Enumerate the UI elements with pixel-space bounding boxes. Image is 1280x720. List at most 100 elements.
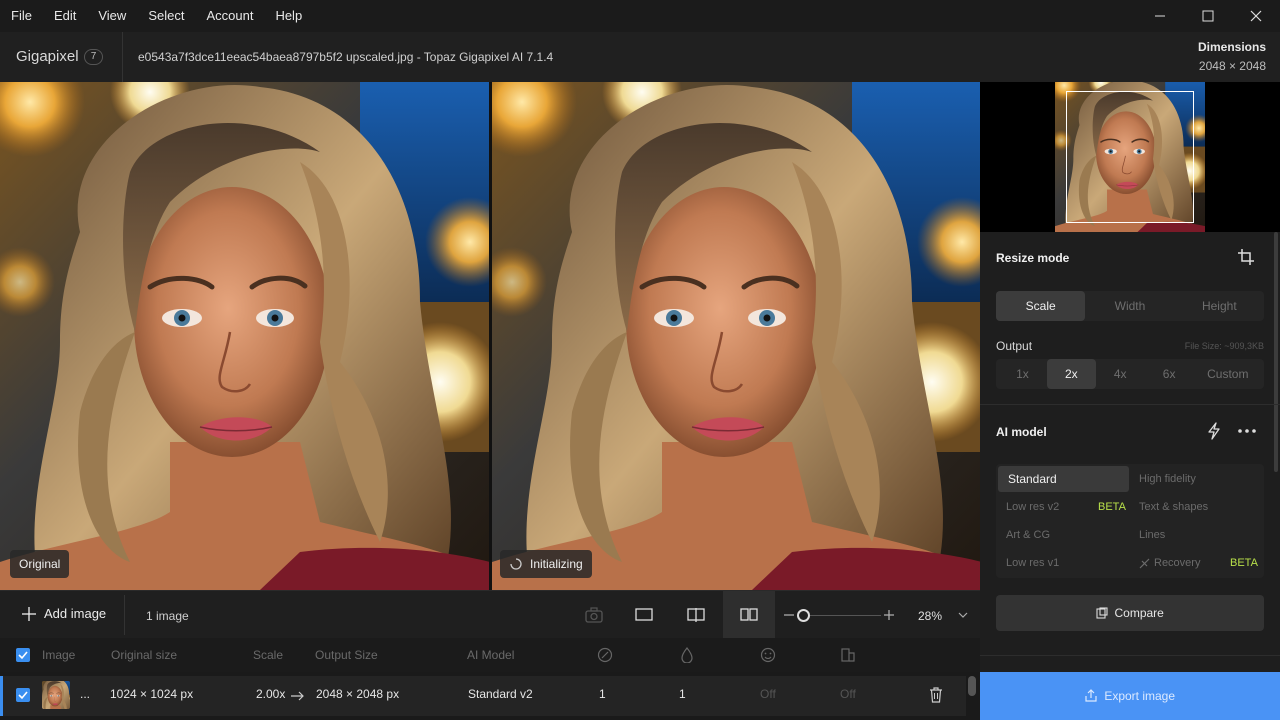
face-column-icon[interactable] bbox=[760, 647, 776, 663]
title-bar: Gigapixel 7 e0543a7f3dce11eeac54baea8797… bbox=[0, 32, 1280, 82]
bottom-toolbar: Add image 1 image 28% bbox=[0, 590, 980, 639]
column-output-size[interactable]: Output Size bbox=[315, 648, 378, 662]
maximize-icon[interactable] bbox=[1184, 0, 1232, 32]
app-version-badge: 7 bbox=[84, 49, 103, 65]
plus-icon bbox=[22, 606, 36, 621]
model-text-shapes[interactable]: Text & shapes bbox=[1129, 494, 1260, 520]
mode-width[interactable]: Width bbox=[1085, 291, 1174, 321]
row-checkbox[interactable] bbox=[16, 688, 30, 702]
mode-height[interactable]: Height bbox=[1175, 291, 1264, 321]
dimensions-value: 2048 × 2048 bbox=[1198, 59, 1266, 73]
beta-badge: BETA bbox=[1230, 557, 1258, 569]
scale-4x[interactable]: 4x bbox=[1096, 359, 1145, 389]
denoise-column-icon[interactable] bbox=[597, 647, 613, 663]
single-view-icon[interactable] bbox=[618, 591, 670, 639]
enhance-column-icon[interactable] bbox=[840, 647, 856, 663]
scale-selector: 1x 2x 4x 6x Custom bbox=[996, 359, 1264, 389]
menu-file[interactable]: File bbox=[0, 0, 43, 32]
zoom-in-icon[interactable] bbox=[884, 610, 894, 620]
beta-badge: BETA bbox=[1098, 501, 1126, 513]
mode-scale[interactable]: Scale bbox=[996, 291, 1086, 321]
export-image-button[interactable]: Export image bbox=[980, 672, 1280, 720]
spinner-icon bbox=[510, 558, 522, 570]
zoom-value[interactable]: 28% bbox=[918, 609, 942, 623]
row-scale: 2.00x bbox=[256, 687, 286, 701]
model-high-fidelity[interactable]: High fidelity bbox=[1129, 466, 1260, 492]
navigator[interactable] bbox=[980, 82, 1280, 232]
minimize-icon[interactable] bbox=[1136, 0, 1184, 32]
zoom-out-icon[interactable] bbox=[784, 614, 794, 616]
status-text: Initializing bbox=[530, 557, 583, 571]
divider bbox=[124, 595, 125, 635]
column-image[interactable]: Image bbox=[42, 648, 75, 662]
droplet-column-icon[interactable] bbox=[680, 647, 694, 663]
model-art-cg[interactable]: Art & CG bbox=[996, 522, 1127, 548]
row-denoise-value: 1 bbox=[599, 687, 606, 701]
snapshot-icon[interactable] bbox=[568, 591, 620, 639]
model-recovery-label: Recovery bbox=[1154, 557, 1201, 569]
menu-bar: File Edit View Select Account Help bbox=[0, 0, 1280, 32]
model-standard[interactable]: Standard bbox=[998, 466, 1129, 492]
preview-image-pane[interactable]: Initializing bbox=[492, 82, 980, 590]
dimensions-label: Dimensions bbox=[1197, 40, 1266, 54]
model-lines[interactable]: Lines bbox=[1129, 522, 1260, 548]
menu-edit[interactable]: Edit bbox=[43, 0, 87, 32]
row-ai-model: Standard v2 bbox=[468, 687, 533, 701]
arrow-right-icon bbox=[291, 691, 304, 701]
navigator-viewport[interactable] bbox=[1066, 91, 1194, 223]
table-header: Image Original size Scale Output Size AI… bbox=[0, 638, 980, 672]
zoom-slider-handle[interactable] bbox=[797, 609, 810, 622]
export-icon bbox=[1085, 689, 1097, 702]
table-scrollbar[interactable] bbox=[968, 676, 976, 696]
column-original-size[interactable]: Original size bbox=[111, 648, 177, 662]
file-size-label: File Size: ~909,3KB bbox=[1184, 341, 1264, 351]
menu-help[interactable]: Help bbox=[264, 0, 313, 32]
sidebar-scrollbar[interactable] bbox=[1274, 232, 1278, 472]
menu-view[interactable]: View bbox=[87, 0, 137, 32]
more-options-icon[interactable] bbox=[1238, 428, 1256, 434]
original-image bbox=[0, 82, 489, 590]
row-face-value: Off bbox=[760, 687, 776, 701]
status-label: Initializing bbox=[500, 550, 592, 578]
divider bbox=[122, 32, 123, 82]
column-ai-model[interactable]: AI Model bbox=[467, 648, 514, 662]
preview-image bbox=[492, 82, 980, 590]
chevron-down-icon[interactable] bbox=[958, 612, 968, 618]
export-label: Export image bbox=[1104, 689, 1176, 703]
row-enhance-value: Off bbox=[840, 687, 856, 701]
compare-button[interactable]: Compare bbox=[996, 595, 1264, 631]
settings-sidebar: Resize mode Scale Width Height Output Fi… bbox=[980, 82, 1280, 672]
scale-2x[interactable]: 2x bbox=[1046, 359, 1096, 389]
scale-6x[interactable]: 6x bbox=[1145, 359, 1194, 389]
resize-mode-title: Resize mode bbox=[996, 251, 1070, 265]
original-label: Original bbox=[10, 550, 70, 578]
menu-select[interactable]: Select bbox=[137, 0, 195, 32]
table-row[interactable]: ... 1024 × 1024 px 2.00x 2048 × 2048 px … bbox=[0, 676, 966, 716]
scale-custom[interactable]: Custom bbox=[1194, 359, 1262, 389]
compare-label: Compare bbox=[1114, 606, 1164, 620]
close-icon[interactable] bbox=[1232, 0, 1280, 32]
menu-account[interactable]: Account bbox=[195, 0, 264, 32]
divider bbox=[980, 655, 1280, 656]
divider bbox=[980, 404, 1280, 405]
lightning-icon[interactable] bbox=[1206, 422, 1222, 440]
output-label: Output bbox=[996, 339, 1033, 353]
side-by-side-icon[interactable] bbox=[723, 591, 775, 639]
select-all-checkbox[interactable] bbox=[16, 648, 30, 662]
original-image-pane[interactable]: Original bbox=[0, 82, 489, 590]
scale-1x[interactable]: 1x bbox=[998, 359, 1047, 389]
row-output-size: 2048 × 2048 px bbox=[316, 687, 400, 701]
model-low-res-v1[interactable]: Low res v1 bbox=[996, 550, 1127, 576]
compare-icon bbox=[1096, 607, 1108, 619]
add-image-label: Add image bbox=[44, 606, 107, 621]
file-title: e0543a7f3dce11eeac54baea8797b5f2 upscale… bbox=[138, 50, 554, 64]
trash-icon[interactable] bbox=[929, 687, 943, 703]
crop-icon[interactable] bbox=[1237, 248, 1255, 266]
row-sharpen-value: 1 bbox=[679, 687, 686, 701]
ai-model-grid: Standard High fidelity Low res v2 BETA T… bbox=[996, 464, 1264, 578]
column-scale[interactable]: Scale bbox=[253, 648, 283, 662]
split-view-icon[interactable] bbox=[670, 591, 722, 639]
app-name: Gigapixel bbox=[16, 48, 79, 65]
add-image-button[interactable]: Add image bbox=[22, 606, 106, 621]
recovery-icon bbox=[1139, 558, 1150, 569]
